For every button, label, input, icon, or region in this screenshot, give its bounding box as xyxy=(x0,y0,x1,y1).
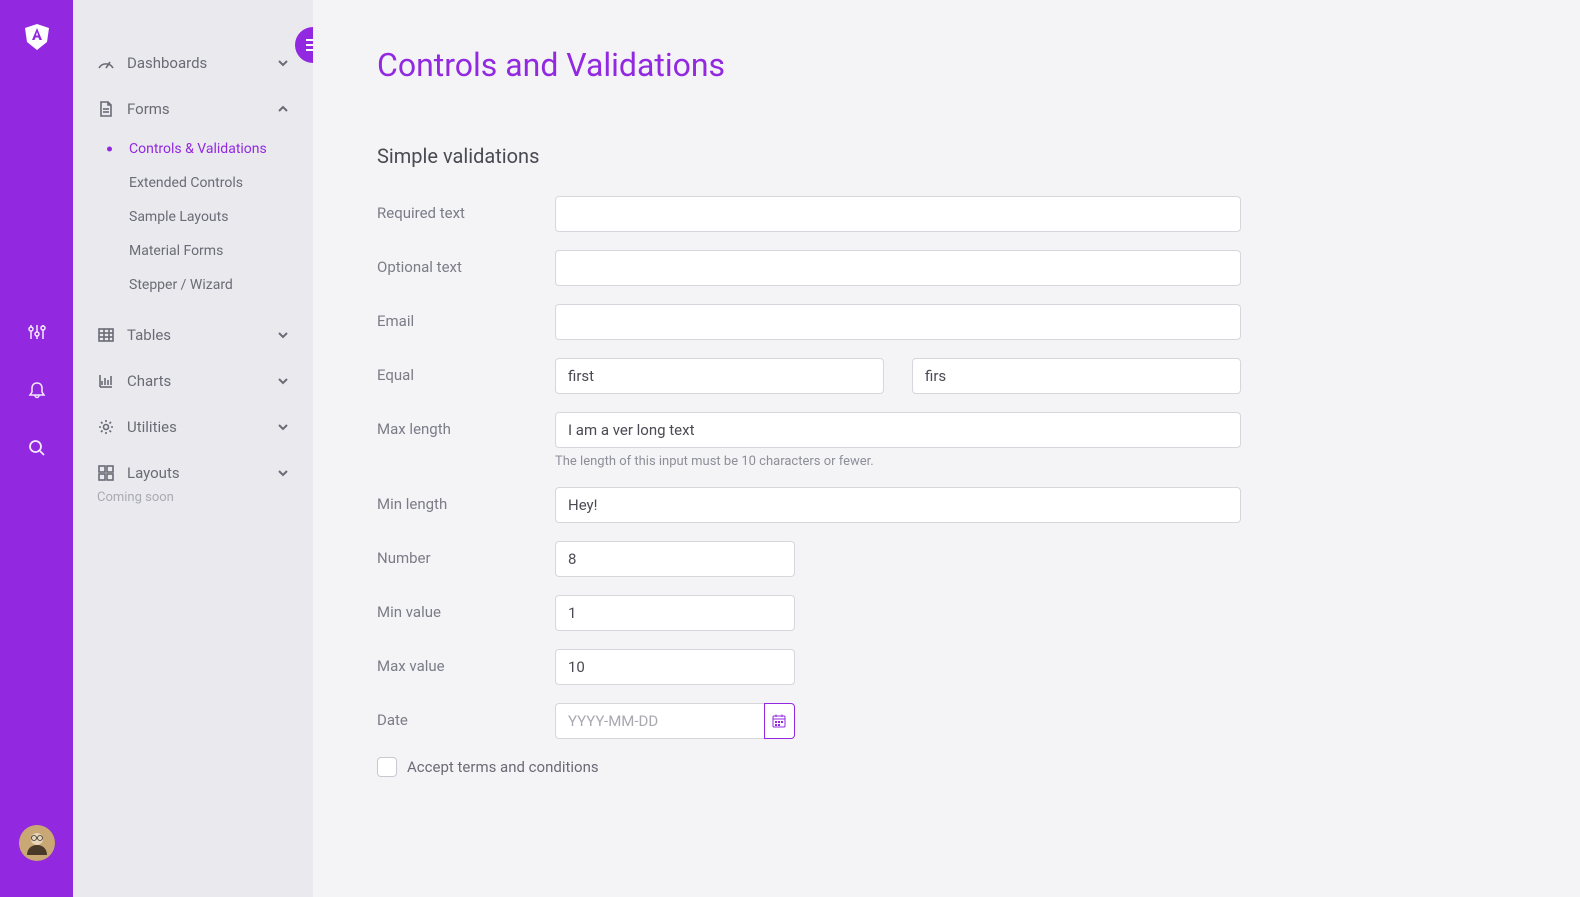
sidebar-item-label: Tables xyxy=(127,326,171,344)
sidebar-sub-sample-layouts[interactable]: Sample Layouts xyxy=(73,200,313,234)
sidebar-item-label: Dashboards xyxy=(127,54,207,72)
table-icon xyxy=(97,326,115,344)
date-input[interactable] xyxy=(555,703,764,739)
minvalue-input[interactable] xyxy=(555,595,795,631)
document-icon xyxy=(97,100,115,118)
grid-icon xyxy=(97,464,115,482)
minlength-label: Min length xyxy=(377,487,555,513)
number-input[interactable] xyxy=(555,541,795,577)
section-title: Simple validations xyxy=(377,144,1516,168)
terms-checkbox[interactable] xyxy=(377,757,397,777)
chevron-up-icon xyxy=(277,103,289,115)
terms-label: Accept terms and conditions xyxy=(407,758,599,776)
sidebar-item-layouts[interactable]: Layouts xyxy=(73,450,313,496)
sidebar-sub-controls-validations[interactable]: Controls & Validations xyxy=(73,132,313,166)
equal-input-2[interactable] xyxy=(912,358,1241,394)
chart-icon xyxy=(97,372,115,390)
sidebar: Dashboards Forms Controls & Validations … xyxy=(73,0,313,897)
sidebar-item-label: Layouts xyxy=(127,464,180,482)
avatar[interactable] xyxy=(19,825,55,861)
maxlength-input[interactable] xyxy=(555,412,1241,448)
minlength-input[interactable] xyxy=(555,487,1241,523)
number-label: Number xyxy=(377,541,555,567)
sidebar-sub-stepper-wizard[interactable]: Stepper / Wizard xyxy=(73,268,313,302)
sidebar-item-label: Utilities xyxy=(127,418,177,436)
app-rail xyxy=(0,0,73,897)
shield-logo-icon xyxy=(25,24,49,50)
gear-icon xyxy=(97,418,115,436)
sidebar-sub-extended-controls[interactable]: Extended Controls xyxy=(73,166,313,200)
main-content: Controls and Validations Simple validati… xyxy=(313,0,1580,897)
maxlength-label: Max length xyxy=(377,412,555,438)
required-text-input[interactable] xyxy=(555,196,1241,232)
page-title: Controls and Validations xyxy=(377,46,1516,84)
sidebar-item-label: Forms xyxy=(127,100,170,118)
sidebar-item-tables[interactable]: Tables xyxy=(73,312,313,358)
date-picker-button[interactable] xyxy=(764,703,795,739)
sidebar-item-charts[interactable]: Charts xyxy=(73,358,313,404)
sidebar-sub-material-forms[interactable]: Material Forms xyxy=(73,234,313,268)
maxvalue-input[interactable] xyxy=(555,649,795,685)
minvalue-label: Min value xyxy=(377,595,555,621)
maxlength-help: The length of this input must be 10 char… xyxy=(555,454,1241,469)
chevron-down-icon xyxy=(277,329,289,341)
chevron-down-icon xyxy=(277,375,289,387)
equal-input-1[interactable] xyxy=(555,358,884,394)
gauge-icon xyxy=(97,54,115,72)
email-input[interactable] xyxy=(555,304,1241,340)
chevron-down-icon xyxy=(277,421,289,433)
sidebar-item-utilities[interactable]: Utilities xyxy=(73,404,313,450)
email-label: Email xyxy=(377,304,555,330)
sliders-icon[interactable] xyxy=(28,323,46,341)
maxvalue-label: Max value xyxy=(377,649,555,675)
chevron-down-icon xyxy=(277,57,289,69)
bell-icon[interactable] xyxy=(28,381,46,399)
search-icon[interactable] xyxy=(28,439,46,457)
optional-text-label: Optional text xyxy=(377,250,555,276)
sidebar-item-label: Charts xyxy=(127,372,171,390)
equal-label: Equal xyxy=(377,358,555,384)
required-text-label: Required text xyxy=(377,196,555,222)
date-label: Date xyxy=(377,703,555,729)
optional-text-input[interactable] xyxy=(555,250,1241,286)
chevron-down-icon xyxy=(277,467,289,479)
sidebar-item-forms[interactable]: Forms xyxy=(73,86,313,132)
calendar-icon xyxy=(772,714,786,728)
sidebar-item-dashboards[interactable]: Dashboards xyxy=(73,40,313,86)
